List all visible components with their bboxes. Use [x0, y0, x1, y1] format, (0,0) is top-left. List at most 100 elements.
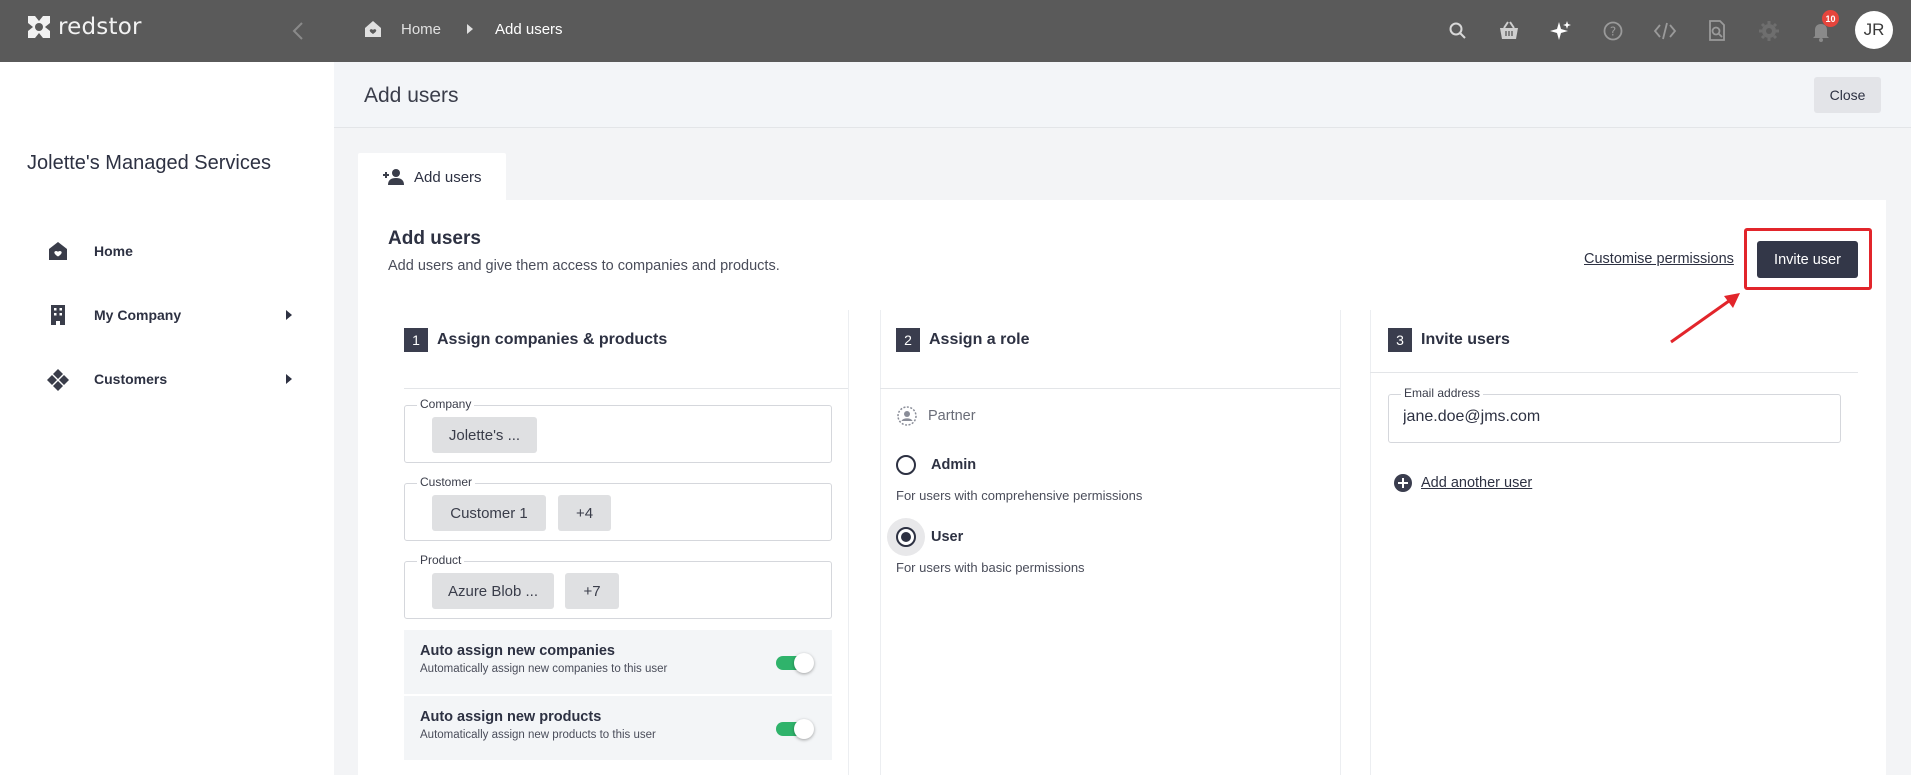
page-header: Add users [334, 62, 1911, 128]
breadcrumb: Home Add users [363, 19, 563, 39]
column-divider [848, 310, 849, 775]
sidebar: Jolette's Managed Services Home My Compa… [0, 62, 334, 775]
role-group-header: Partner [896, 405, 976, 427]
document-search-icon[interactable] [1705, 19, 1729, 43]
radio-label: User [931, 529, 964, 545]
step-invite-users: 3 Invite users [1388, 310, 1858, 775]
breadcrumb-current: Add users [495, 20, 563, 38]
plus-circle-icon [1394, 474, 1412, 492]
sidebar-item-customers[interactable]: Customers [46, 364, 306, 394]
step-header: 3 Invite users [1388, 328, 1510, 352]
toggle-subtitle: Automatically assign new products to thi… [420, 729, 656, 741]
step-number: 1 [404, 328, 428, 352]
sidebar-item-label: Home [94, 243, 133, 259]
toggle-knob [794, 719, 814, 739]
brand-name: redstor [58, 14, 142, 40]
svg-text:?: ? [1610, 25, 1616, 39]
add-users-icon [383, 169, 404, 185]
auto-assign-products-toggle[interactable] [776, 719, 814, 739]
customer-field-label: Customer [417, 475, 476, 489]
radio-label: Admin [931, 457, 977, 473]
close-button[interactable]: Close [1814, 77, 1881, 113]
top-bar: redstor Home Add users ? 10 JR [0, 0, 1911, 62]
radio-dot [901, 532, 911, 542]
sidebar-item-my-company[interactable]: My Company [46, 300, 306, 330]
step-header: 1 Assign companies & products [404, 328, 667, 352]
role-description: For users with basic permissions [896, 560, 1085, 575]
step-header: 2 Assign a role [896, 328, 1029, 352]
step-number: 3 [1388, 328, 1412, 352]
step-divider [880, 388, 1340, 389]
role-option-admin[interactable]: Admin [896, 455, 976, 475]
company-field[interactable]: Company Jolette's ... [404, 397, 832, 463]
step-number: 2 [896, 328, 920, 352]
sparkle-icon[interactable] [1549, 19, 1573, 43]
product-field-label: Product [417, 553, 465, 567]
product-chip[interactable]: Azure Blob ... [432, 573, 554, 609]
email-input[interactable] [1403, 408, 1823, 426]
breadcrumb-separator-icon [467, 24, 474, 34]
avatar[interactable]: JR [1855, 11, 1893, 49]
column-divider [880, 310, 881, 775]
partner-badge-icon [897, 406, 917, 426]
customers-icon [47, 369, 69, 391]
customer-chip[interactable]: Customer 1 [432, 495, 546, 531]
expand-caret-icon[interactable] [286, 310, 292, 320]
add-another-user-link[interactable]: Add another user [1393, 473, 1532, 493]
toggle-title: Auto assign new companies [420, 643, 615, 659]
user-radio[interactable] [887, 518, 925, 556]
customer-field[interactable]: Customer Customer 1 +4 [404, 475, 832, 541]
code-icon[interactable] [1653, 19, 1677, 43]
auto-assign-products-row: Auto assign new products Automatically a… [404, 696, 832, 760]
product-more-chip[interactable]: +7 [565, 573, 619, 609]
breadcrumb-home[interactable]: Home [401, 21, 441, 38]
sidebar-item-home[interactable]: Home [46, 236, 306, 266]
redstor-logo-icon [28, 16, 50, 38]
sidebar-item-label: Customers [94, 371, 168, 387]
product-field[interactable]: Product Azure Blob ... +7 [404, 553, 832, 619]
highlight-box [1744, 228, 1872, 290]
building-icon [51, 305, 65, 325]
gear-icon[interactable] [1757, 19, 1781, 43]
org-name: Jolette's Managed Services [27, 152, 271, 174]
home-icon [365, 21, 381, 37]
role-option-user[interactable]: User [887, 518, 964, 556]
step-divider [404, 388, 848, 389]
customer-more-chip[interactable]: +4 [558, 495, 611, 531]
home-icon [49, 242, 67, 260]
brand-logo[interactable]: redstor [26, 14, 142, 40]
company-chip[interactable]: Jolette's ... [432, 417, 537, 453]
expand-caret-icon[interactable] [286, 374, 292, 384]
section-title: Add users [388, 228, 481, 249]
basket-icon[interactable] [1497, 19, 1521, 43]
auto-assign-companies-toggle[interactable] [776, 653, 814, 673]
email-field[interactable]: Email address [1388, 386, 1841, 443]
add-another-label: Add another user [1421, 475, 1533, 491]
search-icon[interactable] [1446, 19, 1470, 43]
toggle-title: Auto assign new products [420, 709, 602, 725]
toggle-knob [794, 653, 814, 673]
notification-badge: 10 [1822, 10, 1839, 27]
customise-permissions-link[interactable]: Customise permissions [1584, 251, 1734, 267]
admin-radio[interactable] [896, 455, 916, 475]
auto-assign-companies-row: Auto assign new companies Automatically … [404, 630, 832, 694]
column-divider [1370, 310, 1371, 775]
step-divider [1370, 372, 1858, 373]
page-title: Add users [364, 84, 459, 107]
step-title: Invite users [1421, 331, 1510, 348]
section-description: Add users and give them access to compan… [388, 258, 780, 274]
column-divider [1340, 310, 1341, 775]
help-icon[interactable]: ? [1601, 19, 1625, 43]
radio-ring [896, 527, 916, 547]
email-field-label: Email address [1401, 386, 1484, 400]
role-group-label: Partner [928, 408, 976, 424]
sidebar-item-label: My Company [94, 307, 182, 323]
step-title: Assign companies & products [437, 331, 668, 348]
step-title: Assign a role [929, 331, 1030, 348]
role-description: For users with comprehensive permissions [896, 488, 1143, 503]
collapse-sidebar-icon[interactable] [286, 18, 312, 44]
company-field-label: Company [417, 397, 475, 411]
tab-label: Add users [414, 168, 482, 186]
tab-add-users[interactable]: Add users [358, 153, 506, 201]
toggle-subtitle: Automatically assign new companies to th… [420, 663, 668, 675]
